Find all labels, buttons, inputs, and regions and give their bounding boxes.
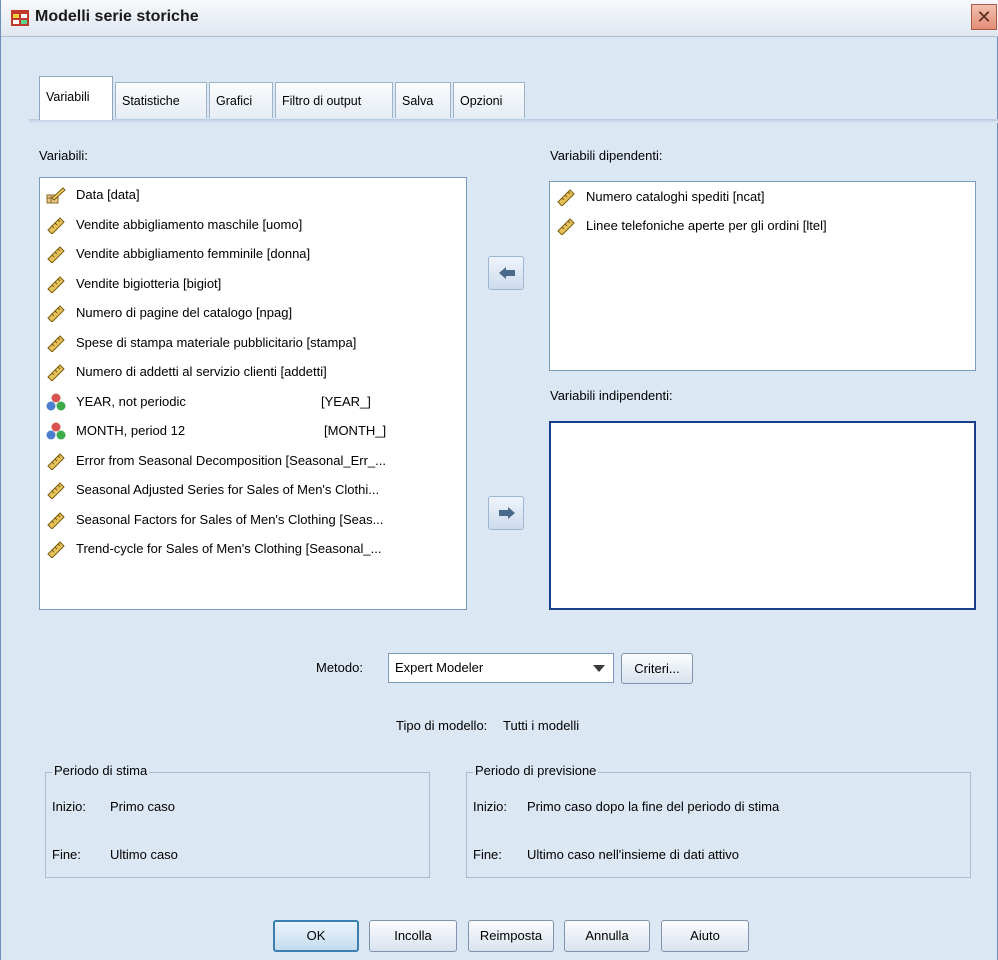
ruler-icon [46,216,66,235]
date-icon [46,186,66,204]
model-type-value: Tutti i modelli [503,718,580,733]
variable-name: Numero cataloghi spediti [ncat] [586,189,765,204]
variables-label: Variabili: [39,148,88,163]
model-type-label: Tipo di modello: [396,718,488,733]
variable-name: Spese di stampa materiale pubblicitario … [76,334,357,350]
tab-statistics[interactable]: Statistiche [115,82,207,118]
estimation-start-label: Inizio: [52,799,86,814]
variable-name: Linee telefoniche aperte per gli ordini … [586,218,827,233]
variable-name: Trend-cycle for Sales of Men's Clothing … [76,541,382,556]
forecast-period-group: Periodo di previsione Inizio: Primo caso… [466,763,971,878]
dependent-list[interactable]: Numero cataloghi spediti [ncat] Linee tel… [549,181,976,371]
variable-name: Seasonal Adjusted Series for Sales of Me… [76,482,380,497]
chevron-down-icon [593,665,605,672]
variable-name: MONTH, period 12 [76,423,186,438]
variable-name: Data [data] [76,187,140,202]
ruler-icon [556,188,576,207]
ruler-icon [46,275,66,294]
title-bar: Modelli serie storiche ✕ [1,0,998,37]
forecast-period-title: Periodo di previsione [473,763,599,778]
forecast-start-value: Primo caso dopo la fine del periodo di s… [527,799,780,814]
tab-save[interactable]: Salva [395,82,451,118]
ruler-icon [46,481,66,500]
tab-output-filter[interactable]: Filtro di output [275,82,393,118]
forecast-end-value: Ultimo caso nell'insieme di dati attivo [527,847,740,862]
arrow-left-icon [499,267,515,279]
tab-variables[interactable]: Variabili [39,76,113,120]
variable-tag: [MONTH_] [324,423,387,438]
forecast-end-label: Fine: [473,847,502,862]
estimation-period-group: Periodo di stima Inizio: Primo caso Fine… [45,763,430,878]
dependent-label: Variabili dipendenti: [550,148,663,163]
tab-divider [29,119,998,123]
variable-name: Vendite abbigliamento femminile [donna] [76,246,311,261]
nominal-icon [46,393,66,411]
nominal-icon [46,422,66,440]
move-to-dependent-button[interactable] [488,256,524,290]
variable-name: Numero di pagine del catalogo [npag] [76,305,293,320]
table-app-icon [11,10,29,26]
reset-button[interactable]: Reimposta [468,920,554,952]
variable-name: Numero di addetti al servizio clienti [a… [76,364,327,379]
window-title: Modelli serie storiche [35,8,199,25]
variable-name: Vendite bigiotteria [bigiot] [76,275,222,291]
variable-name: YEAR, not periodic [76,393,186,409]
ok-button[interactable]: OK [273,920,359,952]
variable-name: Seasonal Factors for Sales of Men's Clot… [76,511,384,527]
variable-name: Error from Seasonal Decomposition [Seaso… [76,452,386,468]
estimation-start-value: Primo caso [110,799,176,814]
estimation-end-label: Fine: [52,847,81,862]
independent-label: Variabili indipendenti: [550,388,673,403]
cancel-button[interactable]: Annulla [564,920,650,952]
estimation-period-title: Periodo di stima [52,763,150,778]
move-to-independent-button[interactable] [488,496,524,530]
variable-tag: [YEAR_] [321,393,371,409]
independent-list[interactable] [549,421,976,610]
ruler-icon [46,540,66,559]
ruler-icon [46,363,66,382]
method-label: Metodo: [316,660,363,675]
variables-list[interactable]: Data [data] Vendite abbigliamento maschil… [39,177,467,610]
arrow-right-icon [499,507,515,519]
tab-charts[interactable]: Grafici [209,82,273,118]
ruler-icon [46,245,66,264]
criteria-button[interactable]: Criteri... [621,653,693,684]
help-button[interactable]: Aiuto [661,920,749,952]
method-select[interactable]: Expert Modeler [388,653,614,683]
estimation-end-value: Ultimo caso [110,847,178,862]
time-series-dialog: Modelli serie storiche ✕ Variabili Stati… [0,0,998,960]
close-icon[interactable]: ✕ [971,4,997,30]
tab-options[interactable]: Opzioni [453,82,525,118]
method-value: Expert Modeler [395,660,484,675]
ruler-icon [46,511,66,530]
forecast-start-label: Inizio: [473,799,507,814]
ruler-icon [46,334,66,353]
ruler-icon [46,452,66,471]
ruler-icon [46,304,66,323]
ruler-icon [556,217,576,236]
paste-button[interactable]: Incolla [369,920,457,952]
variable-name: Vendite abbigliamento maschile [uomo] [76,216,303,232]
